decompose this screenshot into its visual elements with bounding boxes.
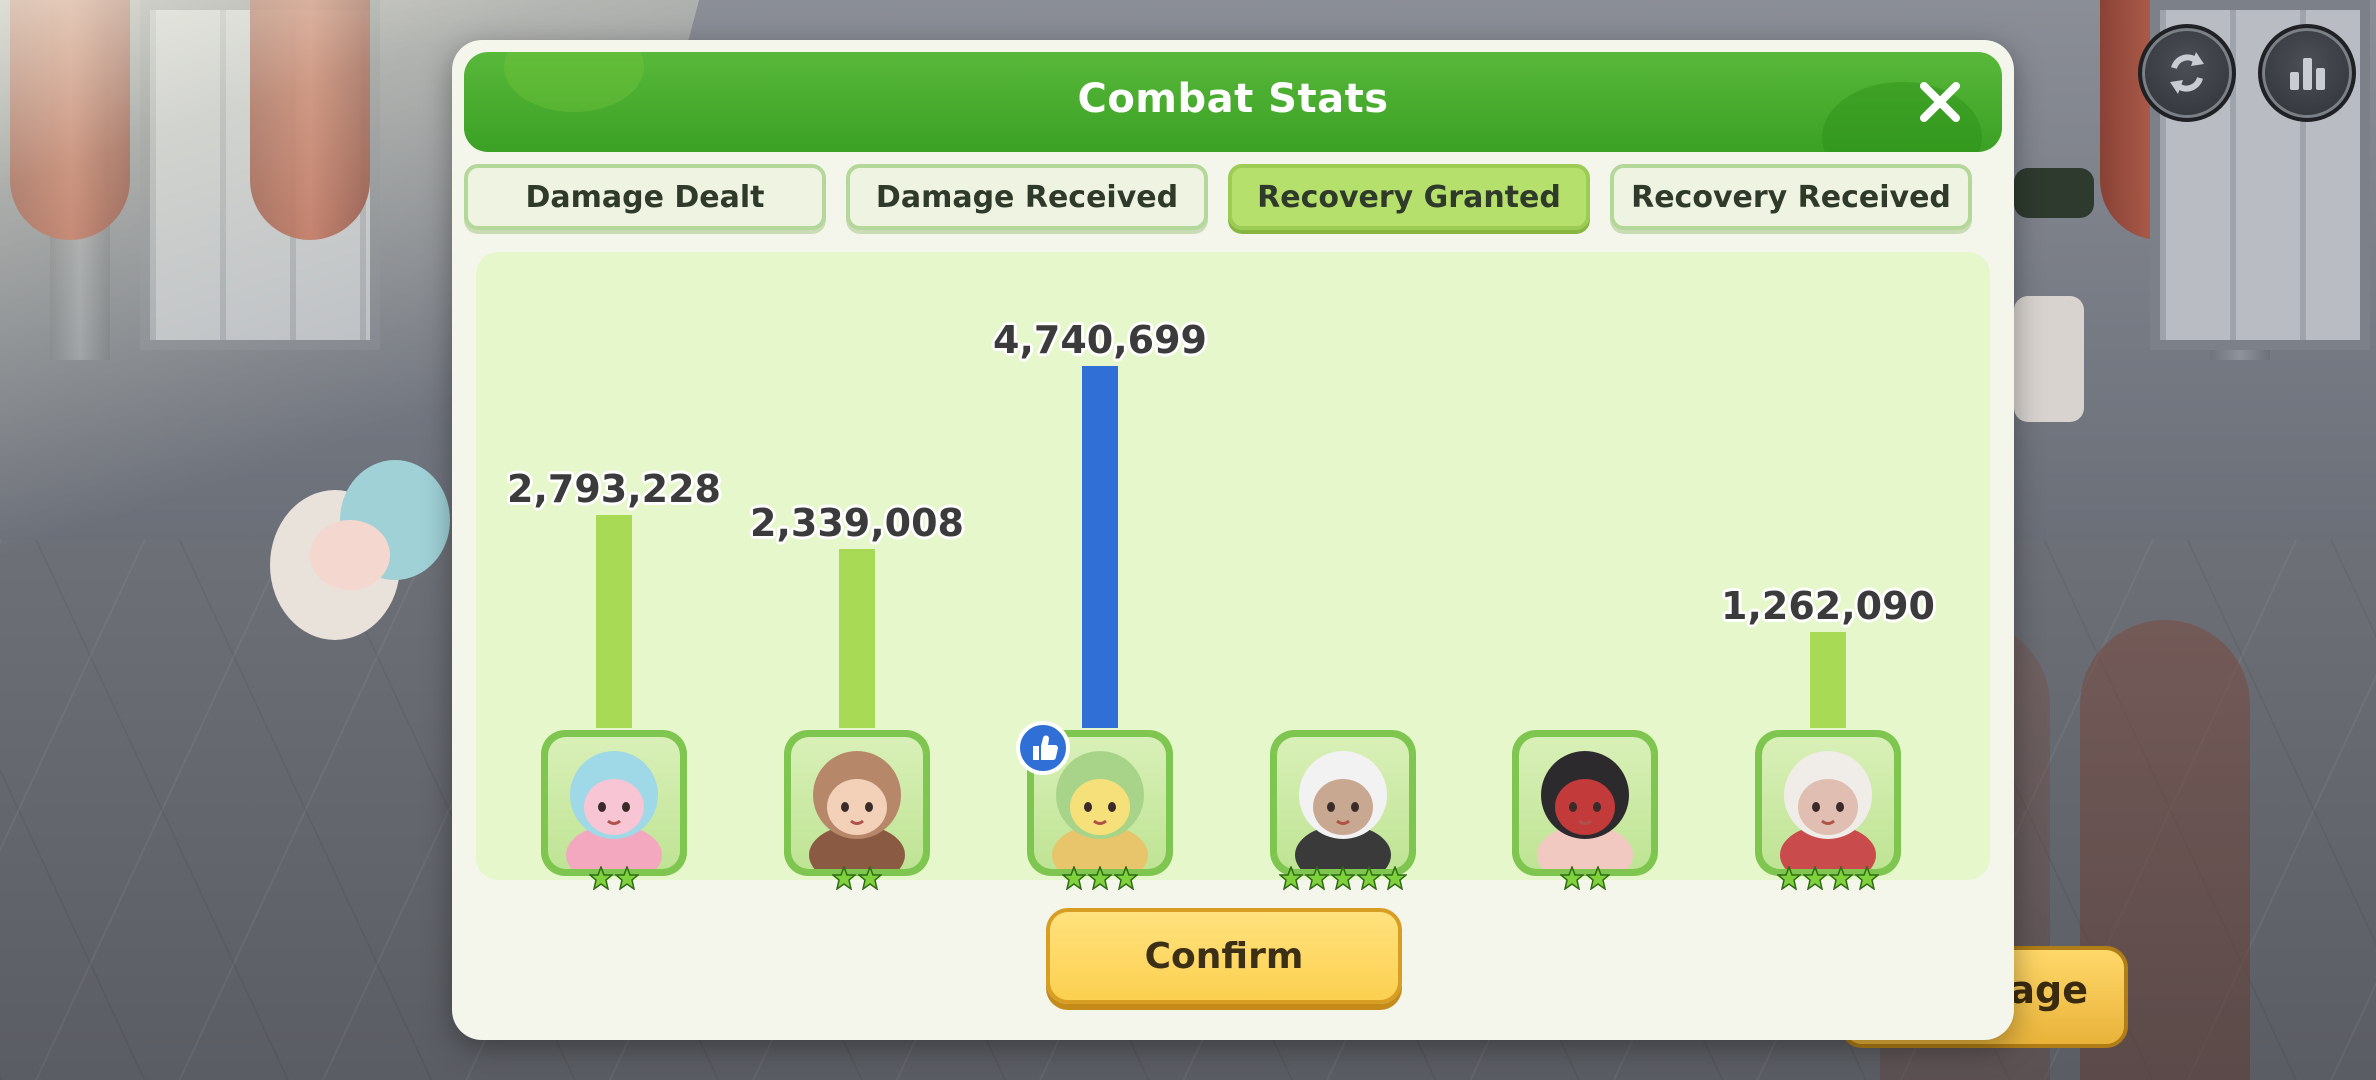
star-rating <box>1512 866 1658 890</box>
star-icon <box>1803 866 1827 890</box>
star-rating <box>1270 866 1416 890</box>
close-button[interactable] <box>1916 78 1964 126</box>
star-icon <box>1357 866 1381 890</box>
hero-avatar-icon <box>566 751 662 869</box>
chart-bar <box>596 515 632 728</box>
star-rating <box>541 866 687 890</box>
hero-portrait <box>1277 737 1409 869</box>
star-icon <box>1279 866 1303 890</box>
chart-value-label: 2,793,228 <box>507 467 721 511</box>
chart-bar <box>1810 632 1846 728</box>
hero-portrait <box>791 737 923 869</box>
star-icon <box>858 866 882 890</box>
hero-portrait <box>1762 737 1894 869</box>
star-icon <box>1383 866 1407 890</box>
star-icon <box>1855 866 1879 890</box>
hero-portrait-card[interactable] <box>1512 730 1658 890</box>
hero-portrait-card[interactable] <box>1270 730 1416 890</box>
star-icon <box>1114 866 1138 890</box>
star-icon <box>1777 866 1801 890</box>
thumbs-up-icon <box>1016 721 1070 775</box>
close-icon <box>1920 82 1960 122</box>
chart-value-label: 2,339,008 <box>750 501 964 545</box>
star-icon <box>1586 866 1610 890</box>
hero-portrait-card[interactable] <box>784 730 930 890</box>
star-icon <box>1062 866 1086 890</box>
hero-avatar-icon <box>1780 751 1876 869</box>
hero-portrait-card[interactable] <box>541 730 687 890</box>
hero-portrait-card[interactable] <box>1016 721 1173 890</box>
star-icon <box>1829 866 1853 890</box>
recovery-chart: 2,793,228 2,339,008 4,740,699 1,262,090 <box>476 252 1990 890</box>
hero-portrait <box>1519 737 1651 869</box>
star-icon <box>615 866 639 890</box>
tab-recovery-granted[interactable]: Recovery Granted <box>1228 164 1590 230</box>
hero-portrait-card[interactable] <box>1755 730 1901 890</box>
tab-damage-dealt[interactable]: Damage Dealt <box>464 164 826 230</box>
combat-stats-dialog: Combat Stats Damage Dealt Damage Receive… <box>452 40 2014 1040</box>
hero-portrait <box>548 737 680 869</box>
star-icon <box>832 866 856 890</box>
hero-avatar-icon <box>1295 751 1391 869</box>
chart-panel: 2,793,228 2,339,008 4,740,699 1,262,090 <box>476 252 1990 890</box>
tab-damage-received[interactable]: Damage Received <box>846 164 1208 230</box>
star-icon <box>1331 866 1355 890</box>
chart-bar <box>839 549 875 728</box>
star-icon <box>1305 866 1329 890</box>
star-rating <box>1755 866 1901 890</box>
star-rating <box>1027 866 1173 890</box>
star-icon <box>1088 866 1112 890</box>
dialog-title: Combat Stats <box>1077 76 1389 122</box>
confirm-button[interactable]: Confirm <box>1046 908 1402 1004</box>
stat-tabs: Damage Dealt Damage Received Recovery Gr… <box>464 164 2002 236</box>
hero-avatar-icon <box>1537 751 1633 869</box>
chart-bar <box>1082 366 1118 728</box>
star-rating <box>784 866 930 890</box>
dialog-header: Combat Stats <box>464 52 2002 152</box>
hero-avatar-icon <box>809 751 905 869</box>
tab-recovery-received[interactable]: Recovery Received <box>1610 164 1972 230</box>
star-icon <box>589 866 613 890</box>
star-icon <box>1560 866 1584 890</box>
chart-value-label: 1,262,090 <box>1721 584 1935 628</box>
chart-value-label: 4,740,699 <box>993 318 1207 362</box>
